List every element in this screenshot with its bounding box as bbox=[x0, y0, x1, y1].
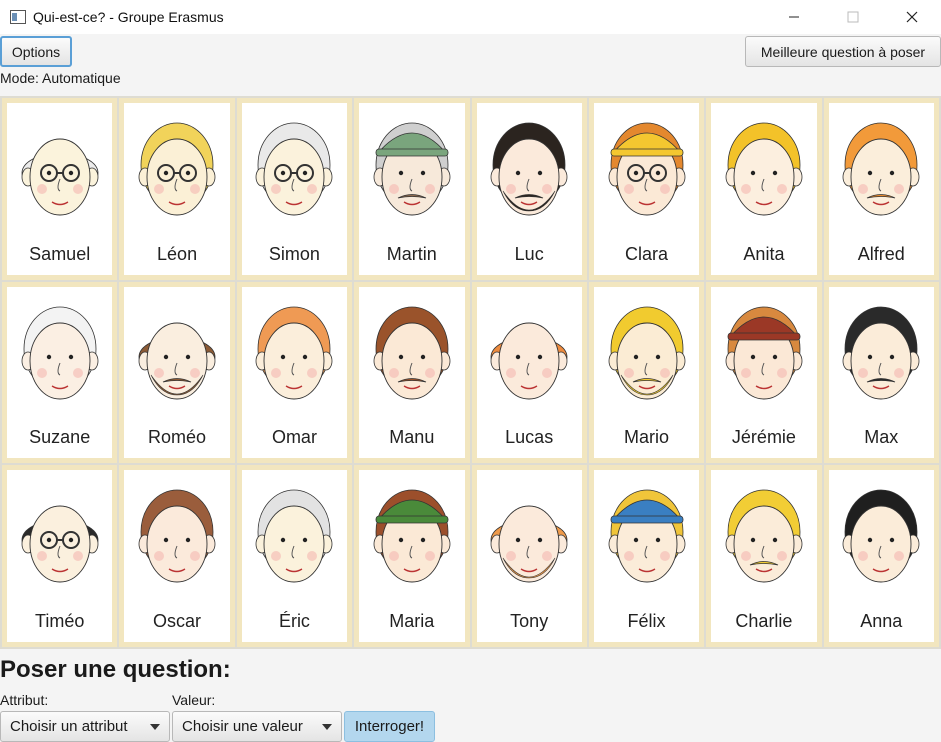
character-card[interactable]: Léon bbox=[119, 98, 235, 280]
character-name: Max bbox=[864, 427, 899, 448]
character-card[interactable]: Omar bbox=[236, 281, 353, 464]
character-face-icon bbox=[138, 489, 216, 583]
character-name: Félix bbox=[627, 611, 666, 631]
character-name: Samuel bbox=[29, 243, 91, 264]
question-heading: Poser une question: bbox=[0, 656, 231, 683]
best-question-button[interactable]: Meilleure question à poser bbox=[745, 36, 941, 67]
character-name: Simon bbox=[268, 243, 320, 264]
character-name: Maria bbox=[389, 611, 435, 631]
character-card[interactable]: Maria bbox=[354, 465, 470, 647]
character-face-icon bbox=[608, 489, 685, 583]
close-icon bbox=[906, 11, 917, 23]
attribute-select-text: Choisir un attribut bbox=[10, 718, 128, 735]
character-face-icon bbox=[21, 138, 99, 216]
character-name: Suzane bbox=[29, 427, 91, 448]
character-name: Charlie bbox=[735, 611, 793, 631]
character-name: Léon bbox=[157, 243, 198, 264]
character-name: Martin bbox=[386, 243, 437, 264]
mode-label: Mode: Automatique bbox=[0, 70, 121, 86]
character-card[interactable]: Jérémie bbox=[706, 281, 822, 464]
character-card[interactable]: Roméo bbox=[119, 281, 235, 464]
character-name: Omar bbox=[271, 427, 317, 448]
value-label: Valeur: bbox=[172, 692, 216, 708]
character-name: Tony bbox=[510, 611, 549, 631]
character-face-icon bbox=[138, 122, 216, 216]
character-face-icon bbox=[490, 505, 568, 583]
character-name: Anna bbox=[860, 611, 903, 631]
character-card[interactable]: Samuel bbox=[2, 98, 118, 280]
character-card[interactable]: Alfred bbox=[823, 98, 939, 280]
character-card[interactable]: Tony bbox=[471, 465, 587, 647]
character-card[interactable]: Anita bbox=[706, 98, 822, 280]
character-face-icon bbox=[608, 306, 685, 400]
character-card[interactable]: Charlie bbox=[706, 465, 822, 647]
app-window-icon bbox=[10, 10, 26, 24]
attribute-select[interactable]: Choisir un attribut bbox=[0, 711, 170, 742]
character-name: Luc bbox=[514, 243, 544, 264]
character-face-icon bbox=[725, 306, 803, 400]
character-name: Clara bbox=[625, 243, 669, 264]
character-card[interactable]: Luc bbox=[471, 98, 587, 280]
options-button[interactable]: Options bbox=[0, 36, 72, 67]
character-name: Oscar bbox=[153, 611, 202, 631]
character-face-icon bbox=[490, 322, 568, 400]
character-face-icon bbox=[608, 122, 685, 216]
title-bar: Qui-est-ce? - Groupe Erasmus bbox=[0, 0, 941, 34]
chevron-down-icon bbox=[150, 724, 160, 730]
character-face-icon bbox=[138, 322, 216, 400]
character-face-icon bbox=[842, 489, 920, 583]
character-card[interactable]: Clara bbox=[588, 98, 705, 280]
character-name: Éric bbox=[278, 611, 310, 631]
character-name: Timéo bbox=[35, 611, 85, 631]
character-card[interactable]: Manu bbox=[354, 281, 470, 464]
character-card[interactable]: Timéo bbox=[2, 465, 118, 647]
character-card[interactable]: Éric bbox=[236, 465, 353, 647]
character-face-icon bbox=[256, 122, 333, 216]
character-name: Roméo bbox=[148, 427, 207, 448]
character-card[interactable]: Mario bbox=[588, 281, 705, 464]
character-face-icon bbox=[842, 306, 920, 400]
character-card[interactable]: Félix bbox=[588, 465, 705, 647]
character-card[interactable]: Oscar bbox=[119, 465, 235, 647]
character-card[interactable]: Martin bbox=[354, 98, 470, 280]
character-face-icon bbox=[725, 489, 803, 583]
character-card[interactable]: Anna bbox=[823, 465, 939, 647]
character-face-icon bbox=[256, 306, 333, 400]
character-name: Alfred bbox=[857, 243, 905, 264]
character-name: Mario bbox=[624, 427, 670, 448]
character-name: Lucas bbox=[505, 427, 554, 448]
maximize-icon bbox=[847, 11, 858, 23]
character-card[interactable]: Lucas bbox=[471, 281, 587, 464]
character-face-icon bbox=[373, 489, 451, 583]
character-board: Samuel Léon Simon Martin Luc Clara Anita Alfred… bbox=[0, 96, 941, 649]
value-select-text: Choisir une valeur bbox=[182, 718, 303, 735]
character-card[interactable]: Simon bbox=[236, 98, 353, 280]
character-face-icon bbox=[21, 306, 99, 400]
character-face-icon bbox=[256, 489, 333, 583]
attribute-label: Attribut: bbox=[0, 692, 49, 708]
character-card[interactable]: Suzane bbox=[2, 281, 118, 464]
window-title: Qui-est-ce? - Groupe Erasmus bbox=[33, 9, 224, 25]
character-card[interactable]: Max bbox=[823, 281, 939, 464]
character-name: Jérémie bbox=[731, 427, 796, 448]
chevron-down-icon bbox=[322, 724, 332, 730]
maximize-button[interactable] bbox=[823, 0, 882, 34]
ask-button[interactable]: Interroger! bbox=[344, 711, 435, 742]
character-face-icon bbox=[373, 122, 451, 216]
minimize-icon bbox=[788, 16, 799, 18]
character-face-icon bbox=[490, 122, 568, 216]
character-face-icon bbox=[373, 306, 451, 400]
character-face-icon bbox=[725, 122, 803, 216]
character-name: Anita bbox=[743, 243, 785, 264]
close-button[interactable] bbox=[882, 0, 941, 34]
character-face-icon bbox=[21, 505, 99, 583]
minimize-button[interactable] bbox=[764, 0, 823, 34]
character-face-icon bbox=[842, 122, 920, 216]
character-name: Manu bbox=[389, 427, 435, 448]
value-select[interactable]: Choisir une valeur bbox=[172, 711, 342, 742]
